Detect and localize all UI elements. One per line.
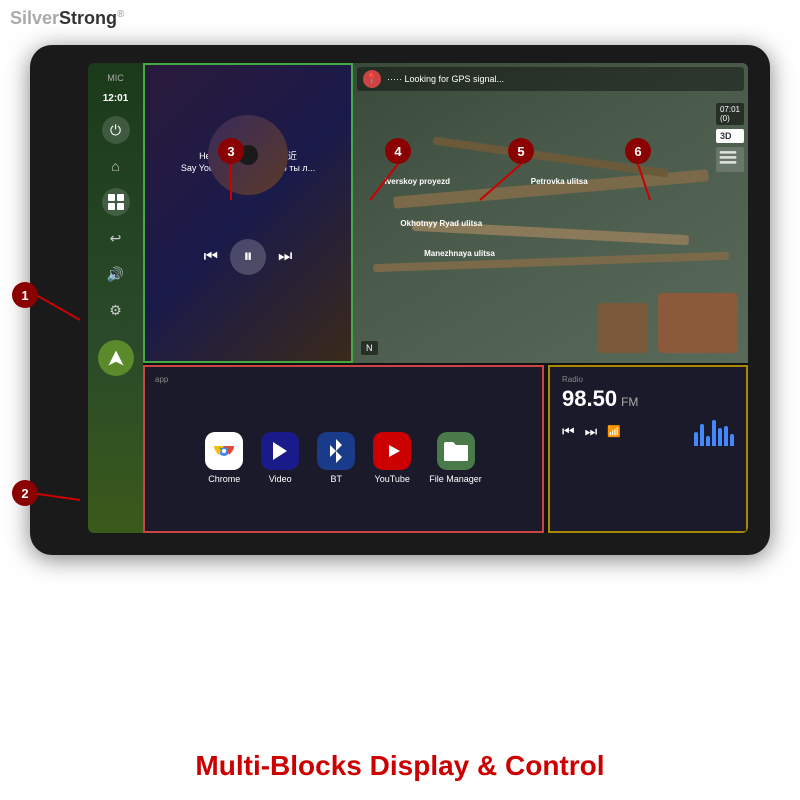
radio-controls: ⏮ ⏭ 📶 [562,416,734,446]
map-road-label-2: Petrovka ulitsa [531,177,588,186]
map-time-display: 07:01 (0) [716,103,744,125]
brand-strong: Strong [59,8,117,28]
bottom-section: app [143,365,748,533]
app-chrome[interactable]: Chrome [205,432,243,484]
prev-button[interactable]: ⏮ [204,248,218,266]
map-widget: Iverskoy proyezd Petrovka ulitsa Okhotny… [353,63,748,363]
apps-panel: app [143,365,544,533]
app-filemanager[interactable]: File Manager [429,432,482,484]
gps-icon: 📍 [363,70,381,88]
radio-section-label: Radio [562,375,734,384]
annotation-4: 4 [385,138,411,164]
radio-band: FM [621,395,638,409]
bt-label: BT [330,474,342,484]
annotation-3: 3 [218,138,244,164]
brand-header: SilverStrong® [10,8,124,29]
annotation-1: 1 [12,282,38,308]
wave-bar-3 [706,436,710,446]
settings-icon[interactable]: ⚙ [102,296,130,324]
volume-down-icon[interactable]: 🔊 [102,260,130,288]
navigation-icon[interactable] [98,340,134,376]
youtube-icon [373,432,411,470]
screen: MIC 12:01 ⏻ ⌂ ↩ 🔊 ⚙ [88,63,748,533]
bottom-title: Multi-Blocks Display & Control [0,750,800,782]
apps-grid-icon[interactable] [102,188,130,216]
map-gps-header: 📍 ····· Looking for GPS signal... [357,67,744,91]
radio-waveform [694,416,734,446]
map-building-2 [598,303,648,353]
brand-silver: Silver [10,8,59,28]
apps-section-label: app [155,375,532,384]
wave-bar-5 [718,428,722,446]
video-label: Video [269,474,292,484]
annotation-6: 6 [625,138,651,164]
play-pause-button[interactable]: ⏸ [230,239,266,275]
map-3d-button[interactable]: 3D [716,129,744,143]
radio-next-button[interactable]: ⏭ [585,423,598,440]
map-direction: N [361,341,378,355]
radio-freq-value: 98.50 [562,388,617,410]
map-layers-button[interactable] [716,147,744,172]
chrome-icon [205,432,243,470]
music-controls: ⏮ ⏸ ⏭ [204,239,293,275]
map-road-label-3: Okhotnyy Ryad ulitsa [400,219,482,228]
radio-frequency-display: 98.50 FM [562,388,734,410]
device-wrapper: MIC 12:01 ⏻ ⌂ ↩ 🔊 ⚙ [30,45,770,555]
annotation-2: 2 [12,480,38,506]
map-building [658,293,738,353]
app-youtube[interactable]: YouTube [373,432,411,484]
clock-display: 12:01 [103,93,129,104]
wave-bar-6 [724,426,728,446]
radio-panel: Radio 98.50 FM ⏮ ⏭ 📶 [548,365,748,533]
radio-prev-button[interactable]: ⏮ [562,423,575,440]
wave-bar-7 [730,434,734,446]
chrome-label: Chrome [208,474,240,484]
music-widget: Неприступная 难以接近 Say You Love (Скажи, ч… [143,63,353,363]
gps-status-text: ····· Looking for GPS signal... [387,74,738,84]
app-bt[interactable]: BT [317,432,355,484]
home-icon[interactable]: ⌂ [102,152,130,180]
brand-reg: ® [117,9,124,20]
filemanager-label: File Manager [429,474,482,484]
mic-label: MIC [107,73,124,83]
map-right-controls: 07:01 (0) 3D [716,103,744,172]
apps-grid: Chrome Video [155,392,532,523]
wave-bar-2 [700,424,704,446]
bt-icon [317,432,355,470]
top-section: Неприступная 难以接近 Say You Love (Скажи, ч… [143,63,748,363]
left-sidebar: MIC 12:01 ⏻ ⌂ ↩ 🔊 ⚙ [88,63,143,533]
youtube-label: YouTube [375,474,410,484]
next-button[interactable]: ⏭ [278,248,292,266]
wave-bar-4 [712,420,716,446]
app-video[interactable]: Video [261,432,299,484]
power-icon[interactable]: ⏻ [102,116,130,144]
video-icon [261,432,299,470]
annotation-5: 5 [508,138,534,164]
filemanager-icon [437,432,475,470]
map-road-label-1: Iverskoy proyezd [385,177,450,186]
back-icon[interactable]: ↩ [102,224,130,252]
map-road-label-4: Manezhnaya ulitsa [424,249,495,258]
main-content: Неприступная 难以接近 Say You Love (Скажи, ч… [143,63,748,533]
radio-scan-button[interactable]: 📶 [607,425,621,438]
wave-bar-1 [694,432,698,446]
